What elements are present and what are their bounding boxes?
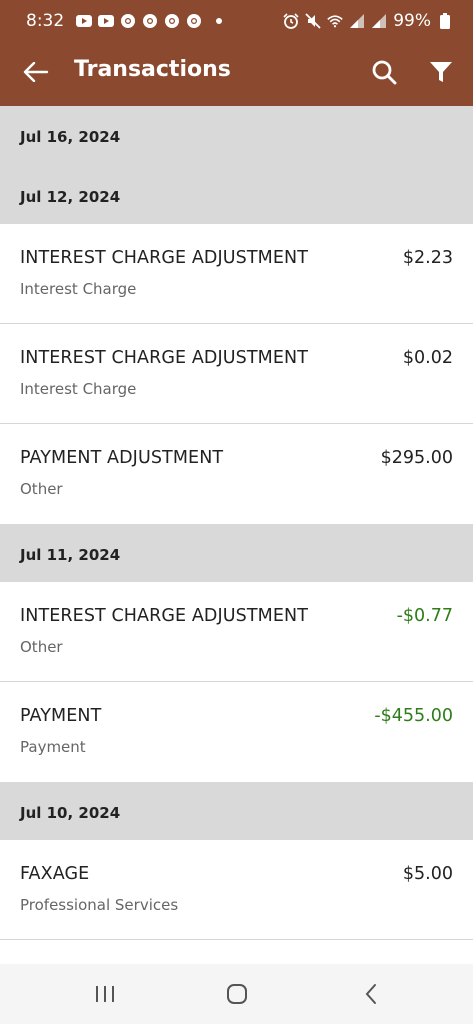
transaction-row[interactable]: INTEREST CHARGE ADJUSTMENT Interest Char…: [0, 224, 473, 324]
chrome-icon: [164, 14, 180, 28]
transaction-name: FAXAGE: [20, 864, 90, 884]
transaction-name: INTEREST CHARGE ADJUSTMENT: [20, 348, 309, 368]
date-header: Jul 10, 2024: [0, 782, 473, 840]
date-header: Jul 12, 2024: [0, 166, 473, 224]
header: 8:32 99% Transactions: [0, 0, 473, 106]
mute-icon: [305, 13, 321, 29]
transaction-amount: $2.23: [402, 248, 453, 268]
transaction-category: Payment: [20, 738, 86, 756]
battery-level: 99%: [393, 11, 431, 31]
transaction-row[interactable]: INTEREST CHARGE ADJUSTMENT Interest Char…: [0, 324, 473, 424]
transaction-row[interactable]: FAXAGE Professional Services $5.00: [0, 840, 473, 940]
status-bar: 8:32 99%: [0, 0, 473, 42]
youtube-icon: [98, 14, 115, 28]
search-button[interactable]: [368, 56, 400, 88]
status-time: 8:32: [26, 11, 65, 31]
recents-icon: [96, 986, 114, 1002]
signal-icon: [349, 14, 365, 28]
youtube-icon: [76, 14, 93, 28]
transaction-amount: -$455.00: [374, 706, 453, 726]
page-title: Transactions: [74, 57, 231, 82]
transaction-row[interactable]: PAYMENT Payment -$455.00: [0, 682, 473, 782]
transaction-category: Other: [20, 480, 63, 498]
transaction-category: Other: [20, 638, 63, 656]
transaction-category: Interest Charge: [20, 380, 137, 398]
filter-button[interactable]: [425, 56, 457, 88]
transaction-category: Professional Services: [20, 896, 179, 914]
transaction-amount: -$0.77: [396, 606, 453, 626]
system-nav-bar: [0, 964, 473, 1024]
date-header: Jul 16, 2024: [0, 106, 473, 166]
status-left: 8:32: [26, 11, 223, 31]
transactions-screen: 8:32 99% Transactions Jul 16, 2024 Jul 1…: [0, 0, 473, 1024]
transaction-name: PAYMENT ADJUSTMENT: [20, 448, 224, 468]
transaction-amount: $5.00: [402, 864, 453, 884]
transaction-name: INTEREST CHARGE ADJUSTMENT: [20, 606, 309, 626]
back-button[interactable]: [20, 56, 52, 88]
transaction-list[interactable]: Jul 16, 2024 Jul 12, 2024 INTEREST CHARG…: [0, 106, 473, 964]
home-button[interactable]: [225, 982, 249, 1006]
alarm-icon: [283, 13, 299, 29]
search-icon: [372, 60, 397, 85]
app-bar: Transactions: [0, 42, 473, 106]
transaction-row[interactable]: PAYMENT ADJUSTMENT Other $295.00: [0, 424, 473, 524]
chrome-icon: [186, 14, 202, 28]
more-notifications-dot: [216, 18, 223, 24]
transaction-amount: $295.00: [380, 448, 453, 468]
status-right: 99%: [283, 11, 453, 31]
chrome-icon: [120, 14, 136, 28]
back-arrow-icon: [23, 62, 49, 82]
transaction-category: Interest Charge: [20, 280, 137, 298]
transaction-name: INTEREST CHARGE ADJUSTMENT: [20, 248, 309, 268]
recents-button[interactable]: [92, 982, 118, 1006]
back-icon: [365, 984, 376, 1004]
transaction-name: PAYMENT: [20, 706, 102, 726]
battery-icon: [437, 13, 453, 29]
nav-back-button[interactable]: [359, 982, 383, 1006]
date-header: Jul 11, 2024: [0, 524, 473, 582]
filter-icon: [430, 62, 452, 82]
transaction-amount: $0.02: [402, 348, 453, 368]
chrome-icon: [142, 14, 158, 28]
wifi-icon: [327, 14, 343, 28]
home-icon: [227, 984, 247, 1004]
signal-icon: [371, 14, 387, 28]
transaction-row[interactable]: INTEREST CHARGE ADJUSTMENT Other -$0.77: [0, 582, 473, 682]
